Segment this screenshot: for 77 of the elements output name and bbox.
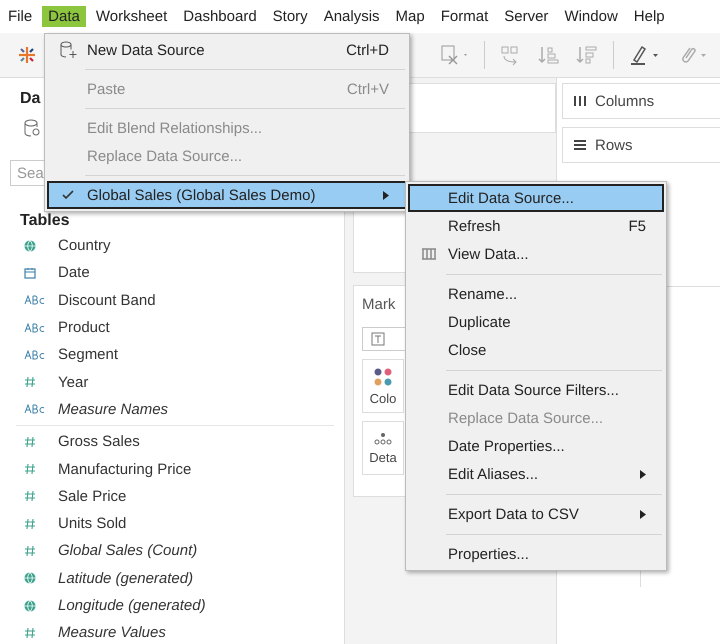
data-source-icon[interactable]: [22, 118, 42, 138]
field-name[interactable]: Global Sales (Count): [58, 542, 198, 560]
columns-shelf[interactable]: Columns: [562, 83, 720, 119]
checkmark-icon: [62, 190, 74, 200]
text-type-icon: [24, 350, 46, 360]
field-name[interactable]: Gross Sales: [58, 433, 140, 450]
menu-bar-item[interactable]: Analysis: [318, 6, 386, 27]
menu-item[interactable]: Export Data to CSV: [408, 500, 664, 528]
number-type-icon: [24, 626, 36, 639]
number-type-icon: [24, 436, 36, 448]
submenu-arrow-icon: [640, 470, 646, 478]
field-name[interactable]: Units Sold: [58, 515, 126, 532]
number-type-icon: [24, 463, 36, 476]
menu-item[interactable]: Edit Data Source Filters...: [408, 376, 664, 404]
field-name[interactable]: Sale Price: [58, 488, 126, 505]
field-name[interactable]: Measure Values: [58, 624, 166, 642]
globe-icon: [24, 600, 36, 612]
table-grid-icon: [421, 248, 437, 260]
menu-bar-item[interactable]: Format: [434, 6, 494, 27]
menu-bar-item[interactable]: Story: [266, 6, 314, 27]
menu-item[interactable]: Refresh F5: [408, 212, 664, 240]
menu-bar-item[interactable]: Data: [42, 6, 86, 27]
submenu-arrow-icon: [640, 510, 646, 518]
text-type-icon: [24, 322, 46, 333]
globe-icon: [24, 240, 36, 252]
section-heading: Tables: [20, 212, 70, 230]
field-name[interactable]: Manufacturing Price: [58, 460, 192, 478]
menu-item[interactable]: Close: [408, 336, 664, 364]
sort-descending-icon[interactable]: [575, 44, 599, 66]
data-source-plus-icon: [59, 41, 77, 59]
field-name[interactable]: Measure Names: [58, 400, 168, 418]
menu-bar-item[interactable]: Dashboard: [177, 6, 263, 27]
clear-sheet-icon[interactable]: [440, 44, 470, 66]
logo-icon[interactable]: [16, 44, 38, 66]
menu-bar-item[interactable]: Help: [628, 6, 671, 27]
menu-item[interactable]: Duplicate: [408, 308, 664, 336]
menu-item[interactable]: Properties...: [408, 540, 664, 568]
color-dots-icon: [373, 366, 393, 386]
number-type-icon: [24, 490, 36, 502]
text-type-icon: [24, 404, 46, 414]
shelf-label: Rows: [595, 136, 633, 154]
detail-dots-icon: [373, 432, 393, 446]
field-name[interactable]: Segment: [58, 346, 118, 364]
calendar-icon: [24, 266, 36, 279]
submenu-arrow-icon: [383, 190, 389, 200]
mark-card-button[interactable]: Colo: [362, 359, 404, 413]
menu-bar-item[interactable]: File: [2, 6, 38, 27]
menu-bar-item[interactable]: Worksheet: [90, 6, 174, 27]
field-name[interactable]: Discount Band: [58, 292, 156, 309]
menu-bar-item[interactable]: Server: [498, 6, 554, 27]
globe-icon: [24, 572, 36, 584]
text-icon: [371, 332, 385, 346]
columns-icon: [573, 95, 587, 107]
field-name[interactable]: Latitude (generated): [58, 570, 194, 587]
number-type-icon: [24, 518, 36, 530]
field-name[interactable]: Year: [58, 374, 88, 391]
mark-card-button[interactable]: Deta: [362, 421, 404, 475]
menu-item[interactable]: View Data...: [408, 240, 664, 268]
rows-icon: [573, 139, 587, 151]
menu-item[interactable]: Edit Data Source...: [408, 184, 664, 212]
rows-shelf[interactable]: Rows: [562, 127, 720, 163]
menu-bar-item[interactable]: Window: [558, 6, 624, 27]
field-name[interactable]: Country: [58, 237, 111, 254]
shelf-label: Columns: [595, 92, 654, 110]
menu-item[interactable]: Global Sales (Global Sales Demo): [47, 181, 407, 209]
marks-title: Mark: [362, 296, 396, 313]
field-name[interactable]: Longitude (generated): [58, 597, 206, 614]
number-type-icon: [24, 544, 36, 557]
menu-item[interactable]: Date Properties...: [408, 432, 664, 460]
text-type-icon: [24, 295, 46, 306]
sort-ascending-icon[interactable]: [537, 44, 561, 66]
menu-item[interactable]: Edit Aliases...: [408, 460, 664, 488]
menu-bar-item[interactable]: Map: [390, 6, 431, 27]
menu-item[interactable]: Rename...: [408, 280, 664, 308]
field-name[interactable]: Date: [58, 264, 90, 282]
field-name[interactable]: Product: [58, 319, 110, 336]
number-type-icon: [24, 376, 36, 388]
